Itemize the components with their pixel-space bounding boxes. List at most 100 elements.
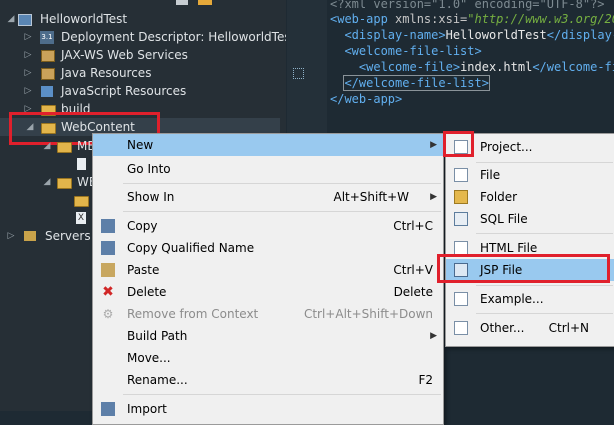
expand-arrow-icon[interactable]: ▷ [23, 64, 33, 82]
code-line: <welcome-file>index.html</welcome-fi [330, 59, 614, 75]
expand-arrow-icon[interactable]: ▷ [23, 46, 33, 64]
code-line: </welcome-file-list> [330, 75, 490, 91]
file-icon [77, 158, 86, 170]
tree-item-label: Deployment Descriptor: HelloworldTest [61, 30, 286, 44]
submenu-item-other[interactable]: Other... Ctrl+N [446, 317, 614, 339]
context-menu: New ▶ Go Into Show In Alt+Shift+W ▶ Copy… [92, 133, 444, 425]
explorer-toolbar-icons [176, 0, 226, 6]
tree-item-label: JavaScript Resources [61, 84, 187, 98]
collapse-arrow-icon[interactable]: ◢ [42, 137, 52, 155]
project-icon [18, 14, 32, 26]
xml-text: HelloworldTest [445, 28, 547, 42]
menu-item-label: Copy Qualified Name [127, 241, 255, 255]
menu-item-shortcut: F2 [418, 373, 433, 387]
menu-item-label: Delete [127, 285, 167, 299]
xml-value: "http://www.w3.org/2001 [467, 12, 614, 26]
expand-arrow-icon[interactable]: ▷ [23, 28, 33, 46]
remove-from-context-icon: ⚙ [102, 307, 114, 321]
menu-item-remove-from-context[interactable]: ⚙ Remove from Context Ctrl+Alt+Shift+Dow… [93, 303, 443, 325]
menu-item-build-path[interactable]: Build Path ▶ [93, 325, 443, 347]
code-line: <display-name>HelloworldTest</display-n [330, 27, 614, 43]
code-line: <welcome-file-list> [330, 43, 482, 59]
menu-item-label: Rename... [127, 373, 188, 387]
paste-icon [101, 263, 115, 277]
tree-item-label: JAX-WS Web Services [61, 48, 188, 62]
menu-item-label: Remove from Context [127, 307, 259, 321]
expand-arrow-icon[interactable]: ▷ [23, 82, 33, 100]
submenu-arrow-icon: ▶ [430, 331, 437, 341]
menu-item-copy[interactable]: Copy Ctrl+C [93, 215, 443, 237]
tree-item-helloworldtest[interactable]: ◢ HelloworldTest [0, 10, 280, 28]
menu-item-copy-qualified-name[interactable]: Copy Qualified Name [93, 237, 443, 259]
submenu-item-file[interactable]: File [446, 164, 614, 186]
new-file-icon [454, 168, 468, 182]
tree-item-jaxws[interactable]: ▷ JAX-WS Web Services [0, 46, 280, 64]
menu-item-paste[interactable]: Paste Ctrl+V [93, 259, 443, 281]
xml-tag: <welcome-file> [358, 60, 461, 74]
tree-item-label: HelloworldTest [40, 12, 128, 26]
menu-item-label: Import [127, 402, 167, 416]
new-other-icon [454, 321, 468, 335]
web-services-icon [41, 50, 55, 62]
copy-icon [101, 241, 115, 255]
xml-text: index.html [460, 60, 533, 74]
new-html-file-icon [454, 241, 468, 255]
submenu-item-folder[interactable]: Folder [446, 186, 614, 208]
expand-arrow-icon[interactable]: ▷ [6, 227, 16, 245]
servers-folder-icon [24, 231, 36, 241]
menu-separator [476, 162, 613, 163]
submenu-item-sql-file[interactable]: SQL File [446, 208, 614, 230]
tree-item-label: Servers [45, 229, 91, 243]
menu-item-shortcut: Ctrl+V [393, 263, 433, 277]
menu-item-label: Example... [480, 292, 544, 306]
menu-item-label: File [480, 168, 501, 182]
folder-icon [74, 196, 89, 207]
tree-item-java-resources[interactable]: ▷ Java Resources [0, 64, 280, 82]
menu-item-new[interactable]: New ▶ [93, 134, 443, 156]
new-sql-file-icon [454, 212, 468, 226]
copy-icon [101, 219, 115, 233]
menu-item-go-into[interactable]: Go Into [93, 158, 443, 180]
import-icon [101, 402, 115, 416]
new-folder-icon [454, 190, 468, 204]
menu-item-label: Copy [127, 219, 158, 233]
edit-marker-icon [293, 68, 304, 79]
xml-file-icon: X [76, 212, 86, 224]
menu-item-shortcut: Alt+Shift+W [333, 190, 410, 204]
collapse-arrow-icon[interactable]: ◢ [6, 10, 16, 28]
menu-item-rename[interactable]: Rename... F2 [93, 369, 443, 391]
new-submenu: Project... File Folder SQL File HTML Fil… [445, 133, 614, 347]
menu-item-label: New [127, 138, 154, 152]
xml-attribute: xmlns:xsi= [387, 12, 468, 26]
menu-item-label: Move... [127, 351, 171, 365]
menu-item-shortcut: Ctrl+Alt+Shift+Down [303, 307, 433, 321]
folder-open-icon [57, 178, 72, 189]
menu-item-label: Folder [480, 190, 518, 204]
menu-separator [123, 183, 441, 184]
submenu-arrow-icon: ▶ [430, 192, 437, 202]
menu-separator [476, 313, 613, 314]
tree-item-deployment-descriptor[interactable]: ▷ 3.1 Deployment Descriptor: HelloworldT… [0, 28, 286, 46]
xml-tag: </display-n [546, 28, 614, 42]
menu-item-label: Build Path [127, 329, 188, 343]
menu-item-label: Show In [127, 190, 175, 204]
menu-separator [476, 233, 613, 234]
submenu-arrow-icon: ▶ [430, 140, 437, 150]
xml-tag: </web-app> [330, 92, 403, 106]
tree-item-javascript-resources[interactable]: ▷ JavaScript Resources [0, 82, 280, 100]
submenu-item-example[interactable]: Example... [446, 288, 614, 310]
code-line: </web-app> [330, 91, 402, 107]
menu-item-move[interactable]: Move... [93, 347, 443, 369]
menu-item-shortcut: Ctrl+C [393, 219, 433, 233]
xml-tag: <welcome-file-list> [344, 44, 482, 58]
menu-item-show-in[interactable]: Show In Alt+Shift+W ▶ [93, 186, 443, 208]
menu-item-label: SQL File [480, 212, 528, 226]
menu-separator [123, 394, 441, 395]
collapse-arrow-icon[interactable]: ◢ [42, 173, 52, 191]
menu-item-delete[interactable]: ✖ Delete Delete [93, 281, 443, 303]
menu-item-import[interactable]: Import [93, 398, 443, 420]
menu-separator [476, 285, 613, 286]
